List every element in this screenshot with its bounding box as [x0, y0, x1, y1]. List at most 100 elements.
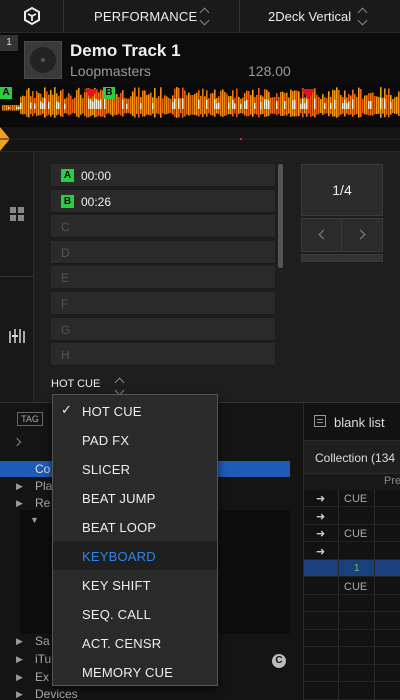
- track-row[interactable]: 1: [304, 560, 400, 577]
- menu-item-hot-cue[interactable]: ✓ HOT CUE: [53, 396, 217, 425]
- tree-expand-icon[interactable]: ▼: [30, 515, 39, 525]
- menu-item-label: SLICER: [82, 462, 131, 477]
- track-row[interactable]: [304, 683, 400, 700]
- track-artist: Loopmasters: [70, 63, 151, 79]
- menu-item-label: KEYBOARD: [82, 549, 156, 564]
- cue-list-scrollbar[interactable]: [278, 164, 283, 268]
- menu-item-label: MEMORY CUE: [82, 665, 174, 680]
- tree-item-label: Devices: [35, 687, 78, 700]
- hot-cue-row-g[interactable]: G: [51, 317, 275, 341]
- mode-selector[interactable]: PERFORMANCE: [64, 0, 240, 33]
- column-header-preview[interactable]: Pre: [384, 475, 400, 487]
- album-art[interactable]: [24, 41, 62, 79]
- rekordbox-logo-button[interactable]: [0, 0, 64, 33]
- hot-cue-row-b[interactable]: B 00:26: [51, 189, 275, 213]
- hot-cue-time: 00:00: [81, 169, 112, 183]
- menu-item-beat-jump[interactable]: BEAT JUMP: [53, 483, 217, 512]
- track-row[interactable]: [304, 613, 400, 630]
- menu-item-seq-call[interactable]: SEQ. CALL: [53, 599, 217, 628]
- hot-cue-row-d[interactable]: D: [51, 240, 275, 264]
- hot-cue-row-h[interactable]: H: [51, 343, 275, 367]
- track-row[interactable]: ➜ CUE: [304, 525, 400, 542]
- menu-item-act-censr[interactable]: ACT. CENSR: [53, 628, 217, 657]
- tree-expand-icon[interactable]: ▶: [16, 654, 23, 665]
- hot-cue-row-e[interactable]: E: [51, 266, 275, 290]
- copyright-c-icon[interactable]: C: [272, 654, 286, 668]
- hot-cue-row-f[interactable]: F: [51, 292, 275, 315]
- menu-item-beat-loop[interactable]: BEAT LOOP: [53, 512, 217, 541]
- track-row[interactable]: [304, 648, 400, 665]
- pad-grid-icon[interactable]: [10, 207, 24, 221]
- hot-cue-time: 00:26: [81, 194, 112, 209]
- page-indicator: 1/4: [301, 164, 383, 216]
- column-header-row: Pre: [304, 474, 400, 490]
- tree-expand-icon[interactable]: ▶: [16, 498, 23, 509]
- track-row[interactable]: ➜: [304, 543, 400, 560]
- tree-expand-icon[interactable]: ▶: [16, 672, 23, 683]
- next-page-button[interactable]: [343, 219, 383, 251]
- arrow-right-icon: ➜: [316, 493, 326, 505]
- sidebar-divider: [0, 276, 34, 277]
- track-row[interactable]: [304, 630, 400, 647]
- hot-cue-row-c[interactable]: C: [51, 215, 275, 239]
- hot-cue-badge: A: [61, 169, 74, 182]
- waveform[interactable]: A B: [0, 85, 400, 127]
- tree-expand-icon[interactable]: ▶: [16, 481, 23, 492]
- deck-number: 1: [0, 35, 18, 51]
- cue-cell: CUE: [344, 528, 368, 540]
- tree-expand-icon[interactable]: ▶: [16, 689, 23, 700]
- menu-item-key-shift[interactable]: KEY SHIFT: [53, 570, 217, 599]
- performance-panel: A 00:00 B 00:26 C D E F G H 1/4 HOT CUE: [0, 152, 400, 402]
- waveform-graphic: [0, 85, 400, 127]
- menu-item-label: ACT. CENSR: [82, 636, 162, 651]
- arrow-right-icon: ➜: [316, 528, 326, 540]
- column-divider: [338, 490, 339, 700]
- track-row[interactable]: [304, 665, 400, 682]
- tree-item-label: Ex: [35, 670, 50, 684]
- menu-item-slicer[interactable]: SLICER: [53, 454, 217, 483]
- track-row[interactable]: CUE: [304, 578, 400, 595]
- chevron-right-icon: [355, 229, 366, 240]
- hot-cue-letter: F: [61, 297, 69, 311]
- collection-label: Collection (134: [315, 451, 396, 465]
- tree-item-label: Sa: [35, 634, 50, 648]
- hot-cue-row-a[interactable]: A 00:00: [51, 164, 275, 187]
- playhead-graphic: [0, 127, 400, 151]
- hot-cue-letter: D: [61, 245, 70, 260]
- top-bar: PERFORMANCE 2Deck Vertical: [0, 0, 400, 33]
- mixer-icon[interactable]: [8, 327, 26, 345]
- layout-label: 2Deck Vertical: [268, 9, 352, 24]
- tree-item[interactable]: ▶ Devices: [0, 686, 290, 700]
- track-row[interactable]: ➜ CUE: [304, 490, 400, 507]
- menu-item-label: PAD FX: [82, 433, 130, 448]
- menu-item-memory-cue[interactable]: MEMORY CUE: [53, 657, 217, 686]
- menu-item-pad-fx[interactable]: PAD FX: [53, 425, 217, 454]
- collection-header[interactable]: Collection (134: [304, 440, 400, 474]
- track-row[interactable]: ➜: [304, 508, 400, 525]
- layout-selector[interactable]: 2Deck Vertical: [240, 0, 400, 33]
- blank-list-label[interactable]: blank list: [334, 415, 385, 430]
- menu-item-keyboard[interactable]: KEYBOARD: [53, 541, 217, 570]
- hot-cue-letter: E: [61, 271, 70, 286]
- hot-cue-letter: G: [61, 322, 71, 337]
- track-list-pane: blank list Collection (134 Pre ➜ CUE ➜ ➜ CUE…: [303, 403, 400, 700]
- tag-button[interactable]: TAG: [17, 412, 43, 426]
- deck-header: 1 Demo Track 1 Loopmasters 128.00: [0, 33, 400, 85]
- tree-item-label: iTu: [35, 652, 52, 666]
- prev-page-button[interactable]: [302, 219, 342, 251]
- tree-item-label: Re: [35, 496, 51, 510]
- cue-cell: CUE: [344, 580, 368, 593]
- overview-strip[interactable]: [0, 127, 400, 152]
- track-row[interactable]: [304, 595, 400, 612]
- hot-cue-letter: H: [61, 348, 70, 363]
- tree-expand-icon[interactable]: ▶: [16, 636, 23, 647]
- chevron-right-icon[interactable]: [12, 437, 22, 447]
- mode-label: PERFORMANCE: [94, 9, 198, 24]
- menu-item-label: HOT CUE: [82, 404, 142, 419]
- arrow-right-icon: ➜: [316, 545, 326, 558]
- number-cell: 1: [354, 563, 360, 574]
- waveform-marker-b: B: [103, 87, 115, 99]
- menu-item-label: KEY SHIFT: [82, 578, 151, 593]
- tree-item-label: Pla: [35, 479, 53, 493]
- menu-item-label: SEQ. CALL: [82, 607, 151, 622]
